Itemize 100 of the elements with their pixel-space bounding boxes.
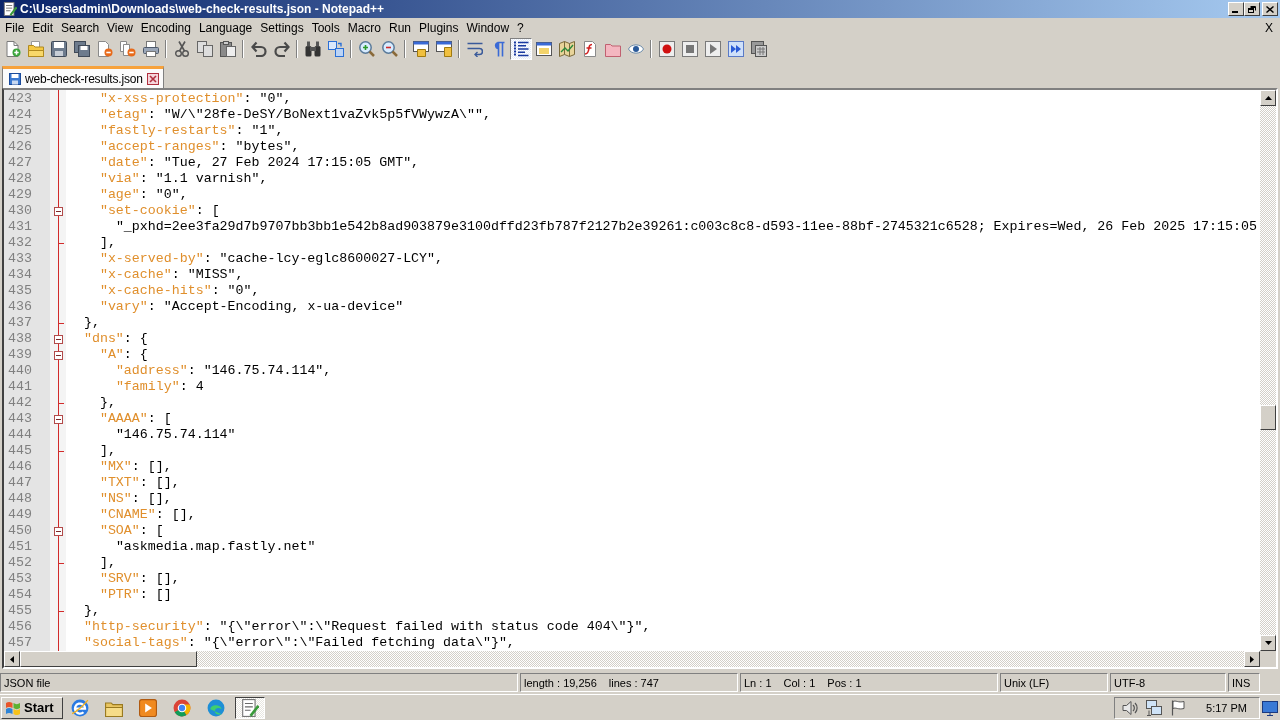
stop-icon[interactable] bbox=[681, 41, 698, 57]
menu-item[interactable]: Encoding bbox=[136, 19, 195, 37]
scrollbar-thumb[interactable] bbox=[20, 651, 197, 667]
menu-item[interactable]: Settings bbox=[256, 19, 308, 37]
function-page-icon[interactable] bbox=[581, 41, 598, 57]
code-line: "set-cookie": [ bbox=[99, 203, 220, 219]
dotted-list-icon[interactable] bbox=[509, 38, 532, 60]
file-type-label: JSON file bbox=[4, 676, 51, 689]
menu-item[interactable]: ? bbox=[513, 19, 528, 37]
menu-item[interactable]: Window bbox=[462, 19, 514, 37]
code-line: "MX": [], bbox=[99, 459, 172, 475]
column-label: Col : 1 bbox=[783, 676, 816, 689]
menu-item[interactable]: Run bbox=[385, 19, 416, 37]
line-number: 429 bbox=[8, 187, 32, 202]
menu-item[interactable]: Search bbox=[57, 19, 104, 37]
window-stack-icon[interactable] bbox=[435, 41, 452, 57]
save-icon[interactable] bbox=[50, 41, 67, 57]
scroll-up-button[interactable] bbox=[1260, 90, 1276, 106]
notepad-icon[interactable] bbox=[235, 696, 265, 719]
pinwheel-circle-icon[interactable] bbox=[173, 698, 191, 717]
line-number: 432 bbox=[8, 235, 32, 250]
code-line: "146.75.74.114" bbox=[115, 427, 236, 443]
open-folder-icon[interactable] bbox=[27, 41, 44, 57]
pages-minus-icon[interactable] bbox=[119, 41, 136, 57]
e-logo-icon[interactable] bbox=[71, 698, 89, 717]
line-number: 447 bbox=[8, 475, 32, 490]
grid-window-icon[interactable] bbox=[750, 41, 767, 57]
code-line: ], bbox=[99, 235, 116, 251]
close-button[interactable] bbox=[1262, 2, 1278, 16]
minus-box-icon[interactable] bbox=[54, 206, 63, 216]
tab-close-icon[interactable] bbox=[146, 72, 159, 85]
window-pair-icon[interactable] bbox=[412, 41, 429, 57]
code-line: "date": "Tue, 27 Feb 2024 17:15:05 GMT", bbox=[99, 155, 420, 171]
line-number: 446 bbox=[8, 459, 32, 474]
page-minus-icon[interactable] bbox=[96, 41, 113, 57]
overlapping-squares-icon[interactable] bbox=[327, 41, 344, 57]
encoding-label: UTF-8 bbox=[1114, 676, 1146, 689]
record-icon[interactable] bbox=[658, 41, 675, 57]
minus-box-icon[interactable] bbox=[54, 526, 63, 536]
folder-icon[interactable] bbox=[604, 41, 621, 57]
menu-item[interactable]: View bbox=[103, 19, 137, 37]
line-number: 423 bbox=[8, 91, 32, 106]
minus-box-icon[interactable] bbox=[54, 350, 63, 360]
undo-icon[interactable] bbox=[250, 41, 267, 57]
line-number: 426 bbox=[8, 139, 32, 154]
play-icon[interactable] bbox=[704, 41, 721, 57]
menu-item[interactable]: File bbox=[1, 19, 29, 37]
line-number: 425 bbox=[8, 123, 32, 138]
menu-item[interactable]: Plugins bbox=[415, 19, 463, 37]
network-icon[interactable] bbox=[1146, 699, 1163, 716]
code-line: "TXT": [], bbox=[99, 475, 180, 491]
scroll-right-button[interactable] bbox=[1244, 651, 1260, 667]
line-number: 442 bbox=[8, 395, 32, 410]
code-line: "x-served-by": "cache-lcy-eglc8600027-LCY", bbox=[99, 251, 444, 267]
menu-item[interactable]: Tools bbox=[307, 19, 344, 37]
clock: 5:17 PM bbox=[1206, 701, 1247, 714]
speaker-icon[interactable] bbox=[1122, 699, 1139, 716]
zoom-out-icon[interactable] bbox=[381, 41, 398, 57]
code-line: "PTR": [] bbox=[99, 587, 172, 603]
code-line: "http-security": "{\"error\":\"Request failed with status code 404\"}", bbox=[83, 619, 651, 635]
line-number: 427 bbox=[8, 155, 32, 170]
restore-button[interactable] bbox=[1244, 2, 1260, 16]
code-line: "SOA": [ bbox=[99, 523, 164, 539]
scroll-left-button[interactable] bbox=[4, 651, 20, 667]
line-number: 444 bbox=[8, 427, 32, 442]
play-tile-icon[interactable] bbox=[139, 698, 157, 717]
left-arrow-icon bbox=[10, 655, 14, 663]
line-number: 451 bbox=[8, 539, 32, 554]
flag-icon[interactable] bbox=[1170, 699, 1187, 716]
paste-icon[interactable] bbox=[219, 41, 236, 57]
menu-item[interactable]: Macro bbox=[343, 19, 385, 37]
cut-icon[interactable] bbox=[173, 41, 190, 57]
minus-box-icon[interactable] bbox=[54, 334, 63, 344]
new-file-icon[interactable] bbox=[4, 41, 21, 57]
print-icon[interactable] bbox=[142, 41, 159, 57]
code-line: "address": "146.75.74.114", bbox=[115, 363, 332, 379]
minimize-button[interactable] bbox=[1228, 2, 1244, 16]
show-desktop-icon[interactable] bbox=[1262, 699, 1278, 716]
file-tab[interactable]: web-check-results.json bbox=[2, 66, 164, 88]
window-icon[interactable] bbox=[535, 41, 552, 57]
start-button[interactable]: Start bbox=[1, 696, 63, 719]
menu-item[interactable]: Edit bbox=[28, 19, 58, 37]
minus-box-icon[interactable] bbox=[54, 414, 63, 424]
save-all-icon[interactable] bbox=[73, 41, 90, 57]
redo-icon[interactable] bbox=[273, 41, 290, 57]
word-wrap-icon[interactable] bbox=[466, 41, 483, 57]
copy-icon[interactable] bbox=[196, 41, 213, 57]
scroll-down-button[interactable] bbox=[1260, 635, 1276, 651]
menu-item[interactable]: Language bbox=[194, 19, 257, 37]
close-document-button[interactable]: X bbox=[1263, 20, 1275, 36]
code-line: "family": 4 bbox=[115, 379, 204, 395]
map-icon[interactable] bbox=[558, 41, 575, 57]
line-number: 453 bbox=[8, 571, 32, 586]
code-line: }, bbox=[83, 315, 100, 331]
zoom-in-icon[interactable] bbox=[358, 41, 375, 57]
eye-icon[interactable] bbox=[627, 41, 644, 57]
window-title: C:\Users\admin\Downloads\web-check-results.json - Notepad++ bbox=[20, 2, 386, 16]
binoculars-icon[interactable] bbox=[304, 41, 321, 57]
scrollbar-thumb[interactable] bbox=[1260, 405, 1276, 430]
fast-forward-icon[interactable] bbox=[727, 41, 744, 57]
